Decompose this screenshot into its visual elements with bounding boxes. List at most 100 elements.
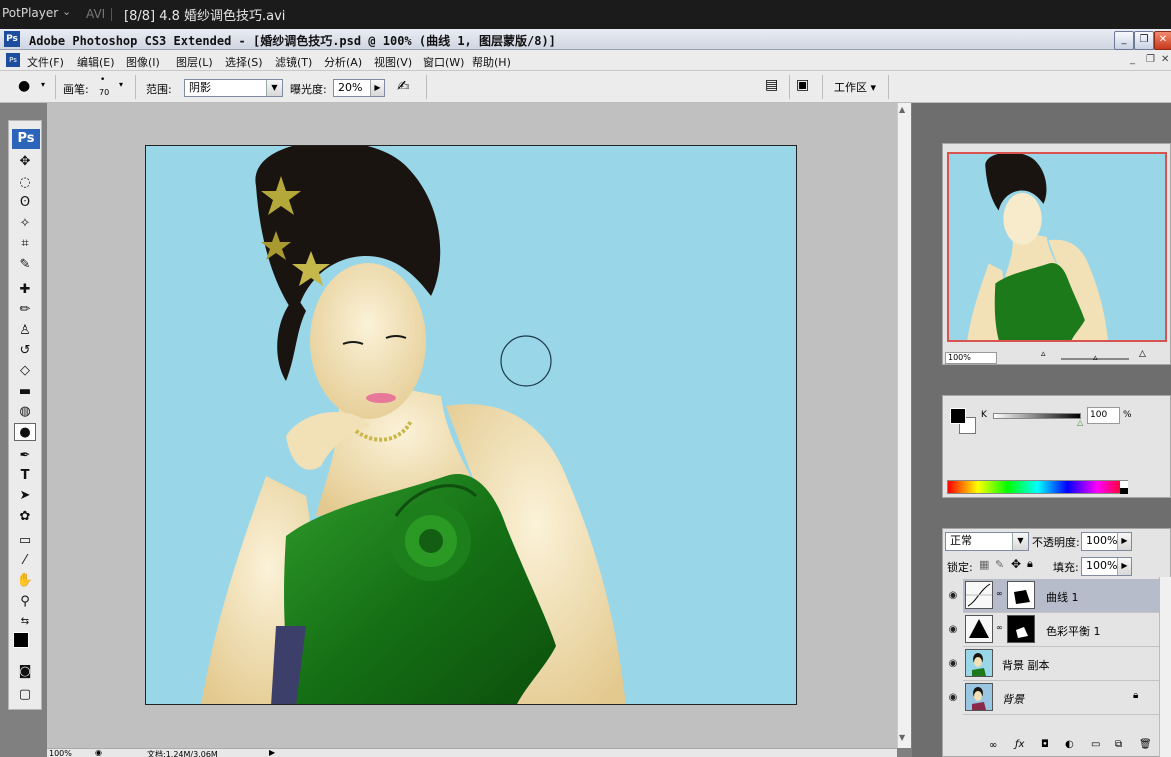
menu-view[interactable]: 视图(V) <box>374 54 412 70</box>
doc-minimize-button[interactable]: _ <box>1130 54 1135 65</box>
screen-mode-icon[interactable]: ▢ <box>14 686 36 704</box>
restore-button[interactable]: ❐ <box>1134 31 1154 50</box>
brush-preview-icon[interactable]: • <box>100 75 105 85</box>
palette-well-icon[interactable]: ▤ <box>765 77 778 93</box>
new-layer-icon[interactable]: ⧉ <box>1115 739 1122 750</box>
k-value-input[interactable]: 100 <box>1087 407 1120 424</box>
type-tool-icon[interactable]: T <box>14 467 36 485</box>
minimize-button[interactable]: _ <box>1114 31 1134 50</box>
k-slider[interactable] <box>993 413 1081 419</box>
link-icon[interactable]: ∞ <box>996 623 1003 632</box>
crop-tool-icon[interactable]: ⌗ <box>14 235 36 253</box>
hand-tool-icon[interactable]: ✋ <box>14 572 36 590</box>
add-mask-icon[interactable]: ◘ <box>1041 739 1049 750</box>
slider-arrow-icon[interactable]: ▶ <box>1117 533 1131 550</box>
notes-tool-icon[interactable]: ▭ <box>14 532 36 550</box>
lock-position-icon[interactable]: ✥ <box>1011 557 1021 571</box>
menu-select[interactable]: 选择(S) <box>225 54 263 70</box>
menu-image[interactable]: 图像(I) <box>126 54 160 70</box>
menu-edit[interactable]: 编辑(E) <box>77 54 115 70</box>
layer-row-background[interactable]: 背景 🔒︎ <box>963 681 1159 715</box>
menu-file[interactable]: 文件(F) <box>27 54 64 70</box>
layer-name[interactable]: 背景 <box>1002 691 1024 707</box>
visibility-eye-icon[interactable]: ◉ <box>945 588 961 604</box>
delete-layer-icon[interactable]: 🗑︎ <box>1139 739 1152 750</box>
slider-thumb-icon[interactable]: △ <box>1077 418 1083 427</box>
burn-tool-icon[interactable]: ● <box>14 423 36 441</box>
layer-name[interactable]: 色彩平衡 1 <box>1046 623 1101 639</box>
chevron-down-icon[interactable]: ▼ <box>266 80 282 96</box>
clone-stamp-icon[interactable]: ♙ <box>14 322 36 340</box>
chevron-down-icon[interactable]: ⌄ <box>62 5 71 18</box>
status-menu-arrow-icon[interactable]: ▶ <box>269 749 275 757</box>
vertical-scrollbar[interactable]: ▲ ▼ <box>897 103 911 748</box>
fill-input[interactable]: 100% ▶ <box>1081 557 1132 576</box>
scroll-up-icon[interactable]: ▲ <box>899 105 905 114</box>
doc-close-button[interactable]: ✕ <box>1161 54 1169 65</box>
layer-row-background-copy[interactable]: 背景 副本 <box>963 647 1159 681</box>
document-icon[interactable]: Ps <box>6 53 20 67</box>
shape-tool-icon[interactable]: ✿ <box>14 508 36 526</box>
menu-window[interactable]: 窗口(W) <box>423 54 464 70</box>
eraser-tool-icon[interactable]: ◇ <box>14 362 36 380</box>
link-layers-icon[interactable]: ∞ <box>989 740 997 751</box>
zoom-in-icon[interactable]: △ <box>1139 349 1146 359</box>
magic-wand-icon[interactable]: ✧ <box>14 215 36 233</box>
foreground-color-swatch[interactable] <box>950 408 966 424</box>
layers-scrollbar[interactable] <box>1159 577 1171 757</box>
range-select[interactable]: 阴影 ▼ <box>184 79 283 97</box>
navigator-thumbnail[interactable] <box>947 152 1167 342</box>
airbrush-icon[interactable]: ✍ <box>397 77 410 95</box>
burn-tool-icon[interactable]: ● <box>18 78 30 94</box>
player-name[interactable]: PotPlayer <box>2 6 58 20</box>
slice-tool-icon[interactable]: ✎ <box>14 256 36 274</box>
layer-mask-thumbnail[interactable] <box>1007 581 1035 609</box>
visibility-eye-icon[interactable]: ◉ <box>945 622 961 638</box>
move-tool-icon[interactable]: ✥ <box>14 153 36 171</box>
close-button[interactable]: ✕ <box>1154 31 1171 50</box>
ramp-black-swatch[interactable] <box>1120 488 1128 494</box>
chevron-down-icon[interactable]: ▼ <box>1012 533 1028 550</box>
color-ramp[interactable] <box>947 480 1128 494</box>
lock-pixels-icon[interactable]: ✎ <box>995 558 1004 571</box>
pen-tool-icon[interactable]: ✒ <box>14 447 36 465</box>
tool-preset-arrow-icon[interactable]: ▾ <box>41 80 45 89</box>
link-icon[interactable]: ∞ <box>996 589 1003 598</box>
visibility-eye-icon[interactable]: ◉ <box>945 690 961 706</box>
layer-row-curves-1[interactable]: ∞ 曲线 1 <box>963 579 1159 613</box>
zoom-tool-icon[interactable]: ⚲ <box>14 593 36 611</box>
slider-arrow-icon[interactable]: ▶ <box>370 80 384 96</box>
menu-layer[interactable]: 图层(L) <box>176 54 213 70</box>
menu-filter[interactable]: 滤镜(T) <box>275 54 312 70</box>
menu-help[interactable]: 帮助(H) <box>472 54 511 70</box>
navigator-zoom-input[interactable]: 100% <box>945 352 997 364</box>
lock-all-icon[interactable]: 🔒︎ <box>1027 557 1033 571</box>
swap-colors-icon[interactable]: ⇆ <box>14 613 36 631</box>
eyedropper-icon[interactable]: ⁄ <box>14 552 36 570</box>
blend-mode-select[interactable]: 正常 ▼ <box>945 532 1029 551</box>
zoom-level[interactable]: 100% <box>49 749 72 757</box>
lasso-tool-icon[interactable]: ʘ <box>14 194 36 212</box>
ramp-white-swatch[interactable] <box>1120 481 1128 488</box>
healing-brush-icon[interactable]: ✚ <box>14 281 36 299</box>
history-brush-icon[interactable]: ↺ <box>14 342 36 360</box>
slider-arrow-icon[interactable]: ▶ <box>1117 558 1131 575</box>
lock-transparent-icon[interactable]: ▦ <box>979 558 989 571</box>
quick-mask-icon[interactable]: ◙ <box>14 663 36 681</box>
blur-tool-icon[interactable]: ◍ <box>14 403 36 421</box>
brush-picker-arrow-icon[interactable]: ▾ <box>119 80 123 89</box>
layer-row-color-balance-1[interactable]: ∞ 色彩平衡 1 <box>963 613 1159 647</box>
slider-thumb-icon[interactable]: ▵ <box>1093 353 1098 363</box>
zoom-out-icon[interactable]: ▵ <box>1041 349 1046 359</box>
workspace-menu[interactable]: 工作区 ▾ <box>834 79 876 95</box>
layer-style-icon[interactable]: ƒx <box>1015 739 1024 750</box>
marquee-tool-icon[interactable]: ◌ <box>14 174 36 192</box>
layer-name[interactable]: 曲线 1 <box>1046 589 1079 605</box>
new-group-icon[interactable]: ▭ <box>1091 739 1100 750</box>
exposure-input[interactable]: 20% ▶ <box>333 79 385 97</box>
adjustment-layer-icon[interactable]: ◐ <box>1065 739 1074 750</box>
foreground-color-swatch[interactable] <box>13 632 29 648</box>
bridge-icon[interactable]: ▣ <box>796 77 809 93</box>
menu-analysis[interactable]: 分析(A) <box>324 54 362 70</box>
opacity-input[interactable]: 100% ▶ <box>1081 532 1132 551</box>
